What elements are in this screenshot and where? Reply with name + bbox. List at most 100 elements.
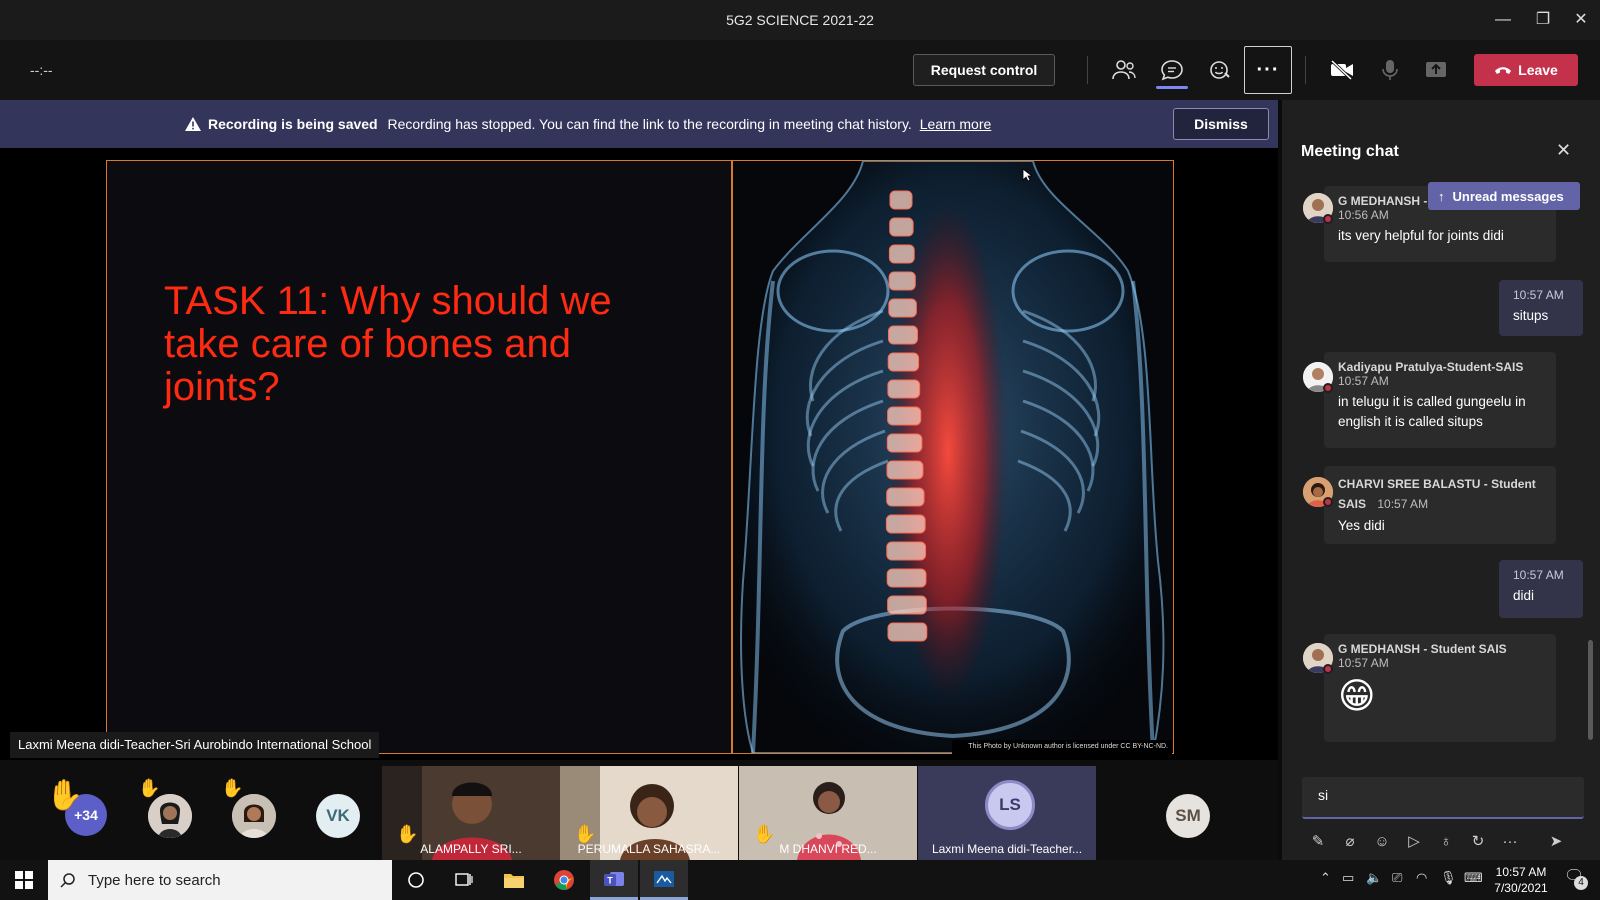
participant-name: ALAMPALLY SRI... bbox=[420, 842, 522, 856]
keyboard-icon[interactable]: ⌨ bbox=[1464, 870, 1483, 886]
emoji-message: 😁 bbox=[1338, 675, 1376, 716]
slide-title: TASK 11: Why should we take care of bone… bbox=[164, 279, 612, 409]
share-tray-icon[interactable] bbox=[1418, 52, 1454, 88]
gif-icon[interactable]: ▷ bbox=[1398, 826, 1430, 856]
reactions-icon[interactable] bbox=[1202, 52, 1238, 88]
participant-video-tile[interactable]: ✋ ALAMPALLY SRI... bbox=[382, 766, 560, 860]
search-icon bbox=[60, 873, 75, 888]
chrome-icon[interactable] bbox=[540, 860, 588, 900]
learn-more-link[interactable]: Learn more bbox=[920, 116, 992, 132]
close-chat-icon[interactable]: ✕ bbox=[1556, 140, 1571, 161]
message-body: its very helpful for joints didi bbox=[1338, 228, 1504, 243]
avatar-initials: SM bbox=[1175, 806, 1201, 825]
emoji-icon[interactable]: ☺ bbox=[1366, 826, 1398, 856]
title-bar: 5G2 SCIENCE 2021-22 — ❐ ✕ bbox=[0, 0, 1600, 40]
toolbar-separator bbox=[1087, 56, 1088, 84]
compose-toolbar: ✎ ⌀ ☺ ▷ ♁ ↻ ··· ➤ bbox=[1302, 826, 1584, 856]
chat-message: Kadiyapu Pratulya-Student-SAIS 10:57 AM … bbox=[1324, 352, 1556, 448]
warning-icon bbox=[185, 117, 201, 131]
whiteboard-app-icon[interactable] bbox=[640, 860, 688, 900]
banner-text: Recording has stopped. You can find the … bbox=[387, 116, 912, 132]
participant-name: PERUMALLA SAHASRA... bbox=[577, 842, 721, 856]
leave-button[interactable]: Leave bbox=[1474, 54, 1578, 86]
participant-avatar-sm[interactable]: SM bbox=[1166, 794, 1210, 838]
display-icon[interactable]: ⎚ bbox=[1392, 870, 1402, 886]
vertebra bbox=[888, 325, 918, 345]
clock-date: 7/30/2021 bbox=[1494, 881, 1548, 895]
minimize-button[interactable]: — bbox=[1488, 8, 1518, 32]
vertebra bbox=[886, 541, 927, 561]
notifications-icon[interactable]: 🗨 4 bbox=[1564, 866, 1588, 890]
microphone-tray-icon[interactable]: 🎙 bbox=[1440, 870, 1457, 886]
participant-avatar-ls: LS bbox=[985, 780, 1035, 830]
participant-avatar[interactable] bbox=[148, 794, 192, 838]
avatar-initials: VK bbox=[326, 806, 350, 825]
raised-hand-icon: ✋ bbox=[221, 778, 244, 798]
chat-message: CHARVI SREE BALASTU - Student SAIS 10:57… bbox=[1324, 466, 1556, 544]
vertebra bbox=[886, 568, 927, 588]
show-hidden-icons[interactable]: ⌃ bbox=[1320, 870, 1331, 886]
participant-name: M DHANVI RED... bbox=[779, 842, 877, 856]
taskbar-clock[interactable]: 10:57 AM 7/30/2021 bbox=[1486, 864, 1556, 896]
battery-icon[interactable]: ▭ bbox=[1342, 870, 1354, 886]
participant-video-tile[interactable]: ✋ M DHANVI RED... bbox=[739, 766, 917, 860]
message-body: in telugu it is called gungeelu in engli… bbox=[1338, 394, 1526, 429]
chat-scrollbar[interactable] bbox=[1588, 640, 1593, 740]
mouse-cursor-icon bbox=[1022, 168, 1032, 182]
leave-label: Leave bbox=[1518, 62, 1558, 78]
participant-video-tile[interactable]: ✋ PERUMALLA SAHASRA... bbox=[560, 766, 738, 860]
wifi-icon[interactable]: ◠ bbox=[1416, 870, 1427, 886]
close-window-button[interactable]: ✕ bbox=[1566, 8, 1596, 32]
windows-start-icon[interactable] bbox=[0, 860, 48, 900]
loop-icon[interactable]: ↻ bbox=[1462, 826, 1494, 856]
message-sender: Kadiyapu Pratulya-Student-SAIS bbox=[1338, 360, 1524, 374]
teams-icon[interactable]: T bbox=[590, 860, 638, 900]
message-body: didi bbox=[1513, 588, 1535, 603]
search-placeholder: Type here to search bbox=[88, 871, 221, 889]
avatar-initials: LS bbox=[999, 795, 1021, 814]
request-control-button[interactable]: Request control bbox=[913, 54, 1055, 86]
microphone-disabled-icon[interactable] bbox=[1372, 52, 1408, 88]
own-chat-message: 10:57 AM situps bbox=[1499, 280, 1583, 336]
banner-bold-text: Recording is being saved bbox=[208, 116, 378, 132]
people-icon[interactable] bbox=[1106, 52, 1142, 88]
volume-icon[interactable]: 🔈 bbox=[1366, 870, 1382, 886]
message-body: situps bbox=[1513, 308, 1549, 323]
vertebra bbox=[887, 352, 920, 372]
praise-icon[interactable]: ♁ bbox=[1430, 826, 1462, 856]
message-time: 10:56 AM bbox=[1338, 208, 1389, 222]
vertebra bbox=[888, 244, 915, 264]
dismiss-button[interactable]: Dismiss bbox=[1173, 108, 1269, 140]
message-sender: G MEDHANSH - Student SAIS bbox=[1338, 642, 1507, 656]
chat-icon[interactable] bbox=[1154, 52, 1190, 88]
message-time: 10:57 AM bbox=[1338, 656, 1389, 670]
message-time: 10:57 AM bbox=[1338, 374, 1389, 388]
vertebra bbox=[887, 595, 927, 615]
cortana-icon[interactable] bbox=[392, 860, 440, 900]
camera-off-icon[interactable] bbox=[1324, 52, 1360, 88]
restore-button[interactable]: ❐ bbox=[1528, 8, 1558, 32]
svg-text:T: T bbox=[607, 875, 613, 885]
task-view-icon[interactable] bbox=[440, 860, 488, 900]
taskbar-search-box[interactable]: Type here to search bbox=[48, 860, 392, 900]
phone-hangup-icon bbox=[1495, 67, 1512, 74]
meeting-timer: --:-- bbox=[30, 62, 53, 78]
more-actions-button[interactable]: ··· bbox=[1244, 46, 1292, 94]
attach-icon[interactable]: ⌀ bbox=[1334, 826, 1366, 856]
banner-message: Recording is being saved Recording has s… bbox=[208, 116, 991, 132]
window-title: 5G2 SCIENCE 2021-22 bbox=[726, 12, 874, 28]
clock-time: 10:57 AM bbox=[1495, 865, 1547, 879]
presenter-tile[interactable]: LS Laxmi Meena didi-Teacher... bbox=[918, 766, 1096, 860]
send-icon[interactable]: ➤ bbox=[1540, 826, 1572, 856]
notification-count: 4 bbox=[1574, 876, 1588, 890]
file-explorer-icon[interactable] bbox=[490, 860, 538, 900]
participant-avatar[interactable] bbox=[232, 794, 276, 838]
format-icon[interactable]: ✎ bbox=[1302, 826, 1334, 856]
spine-xray-image bbox=[733, 161, 1173, 753]
more-options-icon[interactable]: ··· bbox=[1494, 826, 1526, 856]
unread-messages-button[interactable]: ↑ Unread messages bbox=[1428, 182, 1580, 210]
participant-avatar-vk[interactable]: VK bbox=[316, 794, 360, 838]
raised-hand-icon: ✋ bbox=[46, 779, 84, 812]
chat-compose-box[interactable]: si bbox=[1302, 777, 1584, 819]
message-sender: CHARVI SREE BALASTU - Student SAIS 10:57… bbox=[1338, 474, 1542, 514]
